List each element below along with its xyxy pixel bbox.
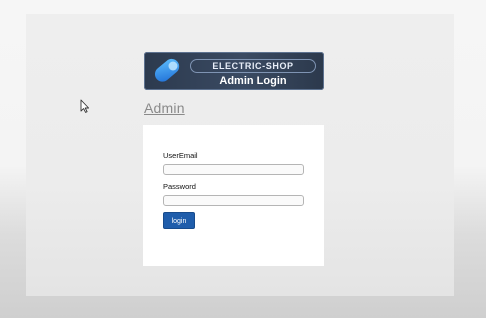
electric-shop-logo-icon (154, 58, 180, 82)
password-label: Password (163, 182, 196, 191)
login-button[interactable]: login (163, 212, 195, 229)
login-form-card: UserEmail Password login (143, 125, 324, 266)
password-field[interactable] (163, 195, 304, 206)
email-label: UserEmail (163, 151, 198, 160)
email-field[interactable] (163, 164, 304, 175)
logo-title-text: Admin Login (219, 75, 287, 87)
admin-heading: Admin (144, 100, 185, 116)
mouse-pointer-icon (80, 99, 90, 113)
logo-brand-text: ELECTRIC-SHOP (212, 61, 294, 71)
admin-login-logo-banner: ELECTRIC-SHOP Admin Login (144, 52, 324, 90)
